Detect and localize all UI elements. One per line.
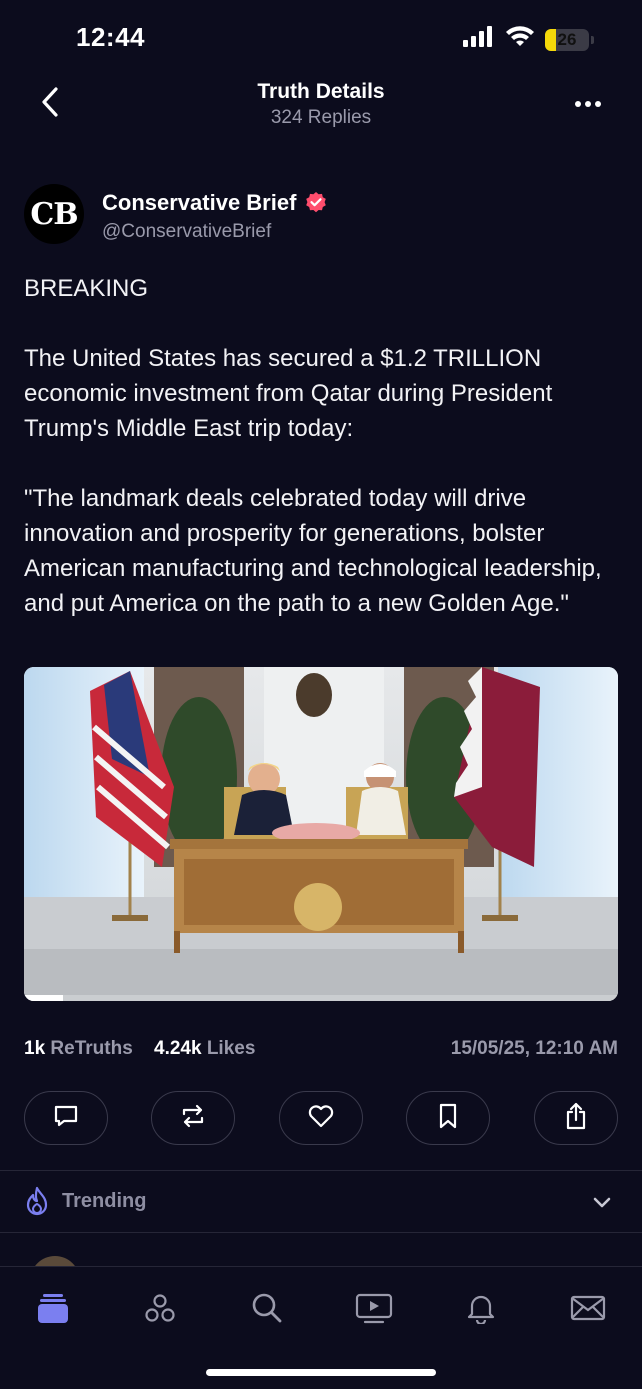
retruths-stat[interactable]: 1k ReTruths — [24, 1038, 133, 1060]
post-stats: 1k ReTruths 4.24k Likes 15/05/25, 12:10 … — [24, 1038, 618, 1062]
post-video[interactable] — [24, 667, 618, 1001]
battery-icon: 26 — [545, 28, 594, 51]
search-icon — [251, 1292, 283, 1329]
battery-fill — [545, 28, 557, 51]
like-button[interactable] — [279, 1091, 363, 1145]
battery-level: 26 — [557, 29, 577, 49]
author-name-row: Conservative Brief — [102, 190, 328, 216]
tab-groups[interactable] — [139, 1289, 181, 1331]
post-text-line: BREAKING — [24, 275, 149, 302]
flame-icon — [24, 1186, 50, 1216]
retruth-icon — [178, 1102, 208, 1135]
tab-video[interactable] — [353, 1289, 395, 1331]
author-name[interactable]: Conservative Brief — [102, 190, 296, 216]
post-text-quote: "The landmark deals celebrated today wil… — [24, 485, 602, 617]
home-indicator — [206, 1369, 436, 1376]
wifi-icon — [505, 26, 535, 53]
share-icon — [563, 1101, 589, 1136]
mail-icon — [570, 1294, 606, 1327]
divider — [0, 1170, 642, 1171]
likes-count: 4.24k — [154, 1038, 202, 1059]
post-text-paragraph: The United States has secured a $1.2 TRI… — [24, 345, 553, 442]
tab-notifications[interactable] — [460, 1289, 502, 1331]
tab-messages[interactable] — [567, 1289, 609, 1331]
video-icon — [355, 1292, 393, 1329]
post-author[interactable]: CB Conservative Brief @ConservativeBrief — [24, 184, 618, 246]
more-button[interactable] — [568, 86, 608, 122]
author-handle: @ConservativeBrief — [102, 221, 272, 242]
bookmark-icon — [437, 1102, 459, 1135]
page-title: Truth Details — [257, 80, 385, 103]
like-icon — [307, 1103, 335, 1134]
likes-stat[interactable]: 4.24k Likes — [154, 1038, 255, 1060]
chevron-down-icon[interactable] — [590, 1190, 614, 1214]
avatar[interactable]: CB — [24, 184, 84, 244]
post-actions — [24, 1091, 618, 1145]
likes-label: Likes — [206, 1038, 256, 1059]
status-bar: 12:44 26 — [0, 0, 642, 76]
status-time: 12:44 — [76, 22, 145, 52]
video-progress-fill — [24, 995, 63, 1001]
verified-badge-icon — [304, 191, 328, 215]
video-progress[interactable] — [24, 995, 618, 1001]
reply-count: 324 Replies — [270, 107, 372, 128]
reply-button[interactable] — [24, 1091, 108, 1145]
bell-icon — [466, 1292, 496, 1329]
retruths-label: ReTruths — [50, 1038, 133, 1059]
trending-section[interactable]: Trending — [24, 1182, 618, 1222]
bookmark-button[interactable] — [406, 1091, 490, 1145]
tab-home[interactable] — [32, 1289, 74, 1331]
nav-header: Truth Details 324 Replies — [0, 76, 642, 136]
tab-search[interactable] — [246, 1289, 288, 1331]
more-dots-icon — [574, 95, 602, 113]
signal-icon — [463, 26, 495, 53]
post-text: BREAKING The United States has secured a… — [24, 271, 624, 621]
divider — [0, 1232, 642, 1233]
reply-icon — [52, 1102, 80, 1135]
post-timestamp: 15/05/25, 12:10 AM — [450, 1038, 618, 1059]
retruths-count: 1k — [24, 1038, 46, 1059]
groups-icon — [144, 1293, 176, 1328]
share-button[interactable] — [534, 1091, 618, 1145]
trending-label: Trending — [62, 1190, 147, 1212]
video-frame — [24, 667, 618, 1001]
status-icons: 26 — [463, 26, 594, 53]
retruth-button[interactable] — [151, 1091, 235, 1145]
home-icon — [36, 1292, 70, 1329]
